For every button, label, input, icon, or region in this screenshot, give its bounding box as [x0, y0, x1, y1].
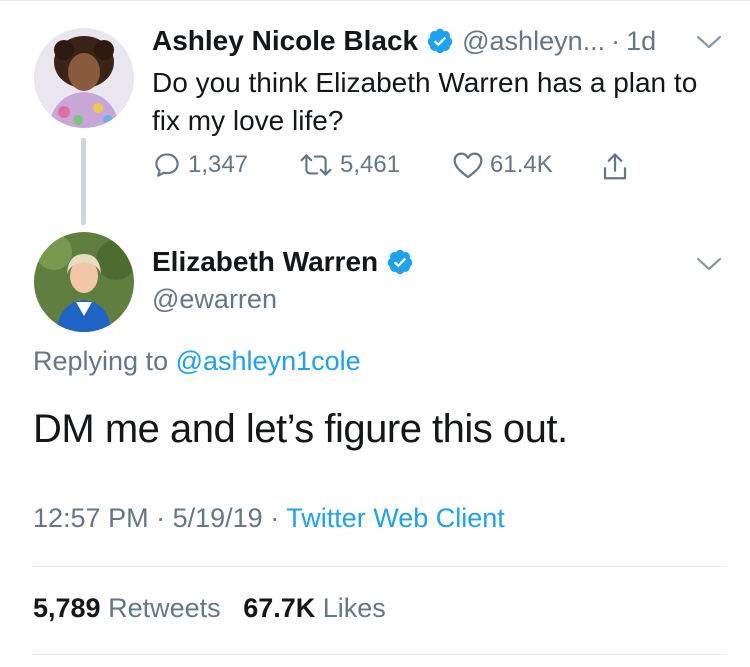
like-button[interactable]: 61.4K [452, 150, 553, 180]
likes-stat[interactable]: 67.7K Likes [243, 593, 386, 623]
reply-icon [155, 153, 179, 177]
parent-author-name[interactable]: Ashley Nicole Black [152, 25, 418, 57]
reply-author-row: Elizabeth Warren [152, 243, 414, 281]
reply-tweet-text: DM me and let’s figure this out. [33, 407, 568, 451]
verified-badge-icon [427, 28, 453, 54]
share-icon [603, 153, 627, 180]
parent-action-bar: 1,347 5,461 61.4K [152, 150, 652, 186]
separator-dot: · [270, 503, 287, 533]
separator-dot: · [156, 503, 173, 533]
parent-time-ago[interactable]: 1d [626, 26, 656, 57]
divider [33, 654, 725, 655]
like-count: 61.4K [490, 151, 553, 178]
likes-label: Likes [322, 593, 386, 623]
chevron-down-icon[interactable] [696, 256, 722, 272]
replying-to-line: Replying to @ashleyn1cole [33, 346, 361, 377]
retweet-icon [300, 154, 332, 176]
chevron-down-icon[interactable] [696, 34, 722, 50]
tweet-stats: 5,789 Retweets 67.7K Likes [33, 593, 386, 624]
like-icon [453, 152, 483, 179]
thread-connector-line [81, 138, 86, 225]
tweet-client-link[interactable]: Twitter Web Client [286, 503, 505, 533]
tweet-meta: 12:57 PM · 5/19/19 · Twitter Web Client [33, 503, 505, 534]
reply-count: 1,347 [188, 151, 249, 178]
reply-author-handle[interactable]: @ewarren [152, 284, 277, 315]
share-button[interactable] [600, 150, 630, 184]
retweets-stat[interactable]: 5,789 Retweets [33, 593, 228, 623]
replying-to-link[interactable]: @ashleyn1cole [176, 346, 361, 376]
likes-count: 67.7K [243, 593, 316, 623]
top-divider [0, 0, 750, 1]
parent-author-avatar[interactable] [34, 28, 134, 128]
reply-button[interactable]: 1,347 [152, 150, 248, 180]
separator-dot: · [611, 25, 621, 56]
divider [33, 566, 725, 567]
parent-tweet-text: Do you think Elizabeth Warren has a plan… [152, 67, 698, 136]
tweet-time[interactable]: 12:57 PM [33, 503, 149, 533]
reply-author-avatar[interactable] [34, 232, 134, 332]
reply-author-name[interactable]: Elizabeth Warren [152, 246, 378, 278]
parent-author-handle[interactable]: @ashleyn... [462, 26, 605, 57]
retweets-count: 5,789 [33, 593, 101, 623]
verified-badge-icon [387, 249, 413, 275]
retweet-button[interactable]: 5,461 [298, 150, 400, 180]
retweet-count: 5,461 [340, 151, 401, 178]
parent-tweet-header: Ashley Nicole Black @ashleyn... · 1d [152, 20, 656, 62]
replying-to-prefix: Replying to [33, 346, 169, 376]
retweets-label: Retweets [108, 593, 221, 623]
tweet-date[interactable]: 5/19/19 [173, 503, 263, 533]
